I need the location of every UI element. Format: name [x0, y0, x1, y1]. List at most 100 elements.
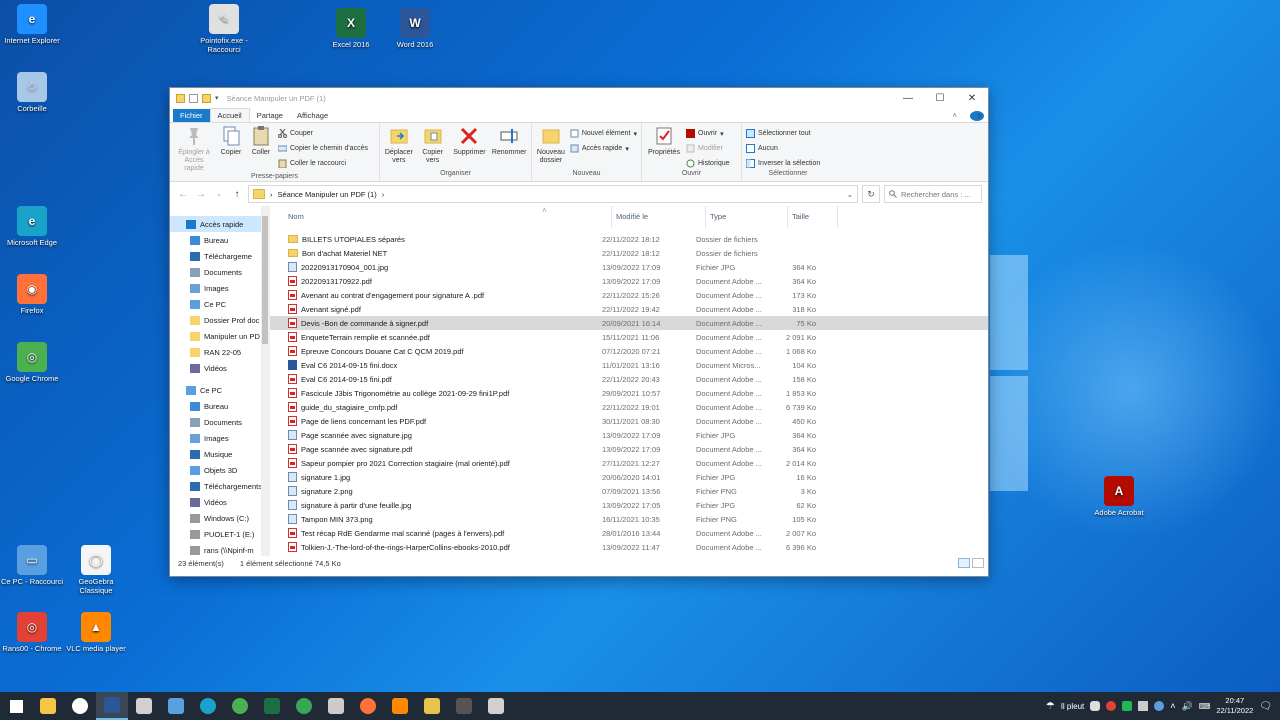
collapse-ribbon-icon[interactable]: ˄ [945, 109, 964, 122]
taskbar-folder-app-button[interactable] [416, 692, 448, 720]
taskbar-chrome-profile-button[interactable] [288, 692, 320, 720]
up-arrow-icon[interactable]: ↑ [230, 189, 244, 200]
delete-button[interactable]: Supprimer [452, 125, 488, 170]
paste-shortcut-button[interactable]: Coller le raccourci [278, 157, 368, 170]
taskbar-network-button[interactable] [160, 692, 192, 720]
desktop-icon[interactable]: ✎ Pointofix.exe - Raccourci [189, 4, 259, 54]
new-folder-button[interactable]: Nouveau dossier [536, 125, 566, 170]
nav-item[interactable]: Vidéos [170, 360, 269, 376]
clock[interactable]: 20:47 22/11/2022 [1216, 696, 1253, 716]
desktop-icon[interactable]: W Word 2016 [380, 8, 450, 49]
nav-item[interactable]: PUOLET-1 (E:) [170, 526, 269, 542]
cut-button[interactable]: Couper [278, 127, 368, 140]
nav-item[interactable]: Dossier Prof doc [170, 312, 269, 328]
taskbar-firefox-button[interactable] [352, 692, 384, 720]
file-row[interactable]: signature à partir d'une feuille.jpg 13/0… [270, 498, 988, 512]
minimize-button[interactable]: — [892, 88, 924, 108]
chevron-up-icon[interactable]: ˄ [1170, 701, 1175, 711]
nav-item[interactable]: Manipuler un PD [170, 328, 269, 344]
nav-item[interactable]: Windows (C:) [170, 510, 269, 526]
desktop-icon[interactable]: ◎ Rans00 - Chrome [0, 612, 67, 653]
file-row[interactable]: BILLETS UTOPIALES séparés 22/11/2022 18:1… [270, 232, 988, 246]
desktop-icon[interactable]: ▲ VLC media player [61, 612, 131, 653]
new-item-button[interactable]: Nouvel élément ▾ [570, 127, 637, 140]
desktop-icon[interactable]: ◎ Google Chrome [0, 342, 67, 383]
file-row[interactable]: Epreuve Concours Douane Cat C QCM 2019.p… [270, 344, 988, 358]
file-row[interactable]: Avenant signé.pdf 22/11/2022 19:42 Documen… [270, 302, 988, 316]
paste-button[interactable]: Coller [248, 125, 274, 173]
large-icons-view-icon[interactable] [972, 558, 984, 568]
forward-arrow-icon[interactable]: → [194, 189, 208, 200]
new-folder-icon[interactable] [202, 93, 211, 103]
weather-text[interactable]: Il pleut [1061, 702, 1085, 711]
file-row[interactable]: guide_du_stagiaire_cmfp.pdf 22/11/2022 19… [270, 400, 988, 414]
help-icon[interactable]: ? [970, 110, 984, 121]
properties-icon[interactable] [189, 93, 198, 103]
chevron-down-icon[interactable]: ▾ [215, 94, 219, 102]
select-all-button[interactable]: Sélectionner tout [746, 127, 820, 140]
back-arrow-icon[interactable]: ← [176, 189, 190, 200]
file-row[interactable]: Devis -Bon de commande à signer.pdf 20/09… [270, 316, 988, 330]
nav-item[interactable]: RAN 22-05 [170, 344, 269, 360]
file-row[interactable]: 20220913170904_001.jpg 13/09/2022 17:09 Fi… [270, 260, 988, 274]
file-row[interactable]: Page de liens concernant les PDF.pdf 30/1… [270, 414, 988, 428]
column-header-type[interactable]: Type [706, 205, 788, 228]
k-app-icon[interactable] [1122, 701, 1133, 711]
notification-icon[interactable]: 🗨 [1259, 701, 1272, 712]
chevron-down-icon[interactable]: ⌄ [847, 190, 853, 199]
file-row[interactable]: Page scannée avec signature.pdf 13/09/202… [270, 442, 988, 456]
file-row[interactable]: Sapeur pompier pro 2021 Correction stagi… [270, 456, 988, 470]
nav-item[interactable]: Musique [170, 446, 269, 462]
nav-item[interactable]: Vidéos [170, 494, 269, 510]
file-row[interactable]: Eval C6 2014-09-15 fini.docx 11/01/2021 1… [270, 358, 988, 372]
column-header-size[interactable]: Taille [788, 205, 838, 228]
open-button[interactable]: Ouvrir ▾ [686, 127, 730, 140]
desktop-icon[interactable]: ♲ Corbeille [0, 72, 67, 113]
file-row[interactable]: Page scannée avec signature.jpg 13/09/202… [270, 428, 988, 442]
tray-app-icon[interactable] [1106, 701, 1117, 711]
desktop-icon[interactable]: e Internet Explorer [0, 4, 67, 45]
refresh-button[interactable]: ↻ [862, 185, 880, 203]
copy-button[interactable]: Copier [218, 125, 244, 173]
properties-button[interactable]: Propriétés [646, 125, 682, 170]
file-row[interactable]: Tolkien-J.-The-lord-of-the-rings-HarperC… [270, 540, 988, 554]
microphone-icon[interactable] [1090, 701, 1101, 711]
edit-button[interactable]: Modifier [686, 142, 730, 155]
column-header-name[interactable]: Nom [270, 205, 612, 228]
taskbar-cloud-button[interactable] [320, 692, 352, 720]
nav-item[interactable]: Images [170, 430, 269, 446]
onedrive-icon[interactable] [1154, 701, 1165, 711]
nav-item[interactable]: Documents [170, 414, 269, 430]
nav-item[interactable]: Bureau [170, 398, 269, 414]
invert-selection-button[interactable]: Inverser la sélection [746, 157, 820, 170]
details-view-icon[interactable] [958, 558, 970, 568]
history-button[interactable]: Historique [686, 157, 730, 170]
nav-item[interactable]: Documents📌 [170, 264, 269, 280]
select-none-button[interactable]: Aucun [746, 142, 820, 155]
file-row[interactable]: Test récap RdE Gendarme mal scanné (page… [270, 526, 988, 540]
desktop-icon[interactable]: ◉ Firefox [0, 274, 67, 315]
nav-item[interactable]: Bureau📌 [170, 232, 269, 248]
keyboard-icon[interactable]: ⌨ [1199, 702, 1211, 711]
file-row[interactable]: Tampon MIN 373.png 16/11/2021 10:35 Fichie… [270, 512, 988, 526]
taskbar-excel-button[interactable] [256, 692, 288, 720]
maximize-button[interactable]: ☐ [924, 88, 956, 108]
nav-item[interactable]: Téléchargeme📌 [170, 248, 269, 264]
nav-scrollbar[interactable] [261, 206, 269, 556]
column-header-modified[interactable]: Modifié le [612, 205, 706, 228]
nav-item[interactable]: Ce PC [170, 382, 269, 398]
tab-share[interactable]: Partage [250, 109, 290, 122]
nav-item[interactable]: Objets 3D [170, 462, 269, 478]
taskbar-obs-button[interactable] [448, 692, 480, 720]
copy-to-button[interactable]: Copier vers [418, 125, 448, 170]
breadcrumb[interactable]: Séance Manipuler un PDF (1) [278, 190, 377, 199]
file-row[interactable]: Eval C6 2014-09-15 fini.pdf 22/11/2022 20… [270, 372, 988, 386]
nav-item[interactable]: rans (\\Npinf-m [170, 542, 269, 556]
taskbar-google-button[interactable] [64, 692, 96, 720]
taskbar-explorer-button[interactable] [32, 692, 64, 720]
file-row[interactable]: signature 2.png 07/09/2021 13:56 Fichier P… [270, 484, 988, 498]
file-row[interactable]: Avenant au contrat d'engagement pour sig… [270, 288, 988, 302]
volume-icon[interactable]: 🔊 [1182, 701, 1193, 712]
taskbar-chrome-button[interactable] [224, 692, 256, 720]
pin-quick-access-button[interactable]: Épingler à Accès rapide [174, 125, 214, 173]
